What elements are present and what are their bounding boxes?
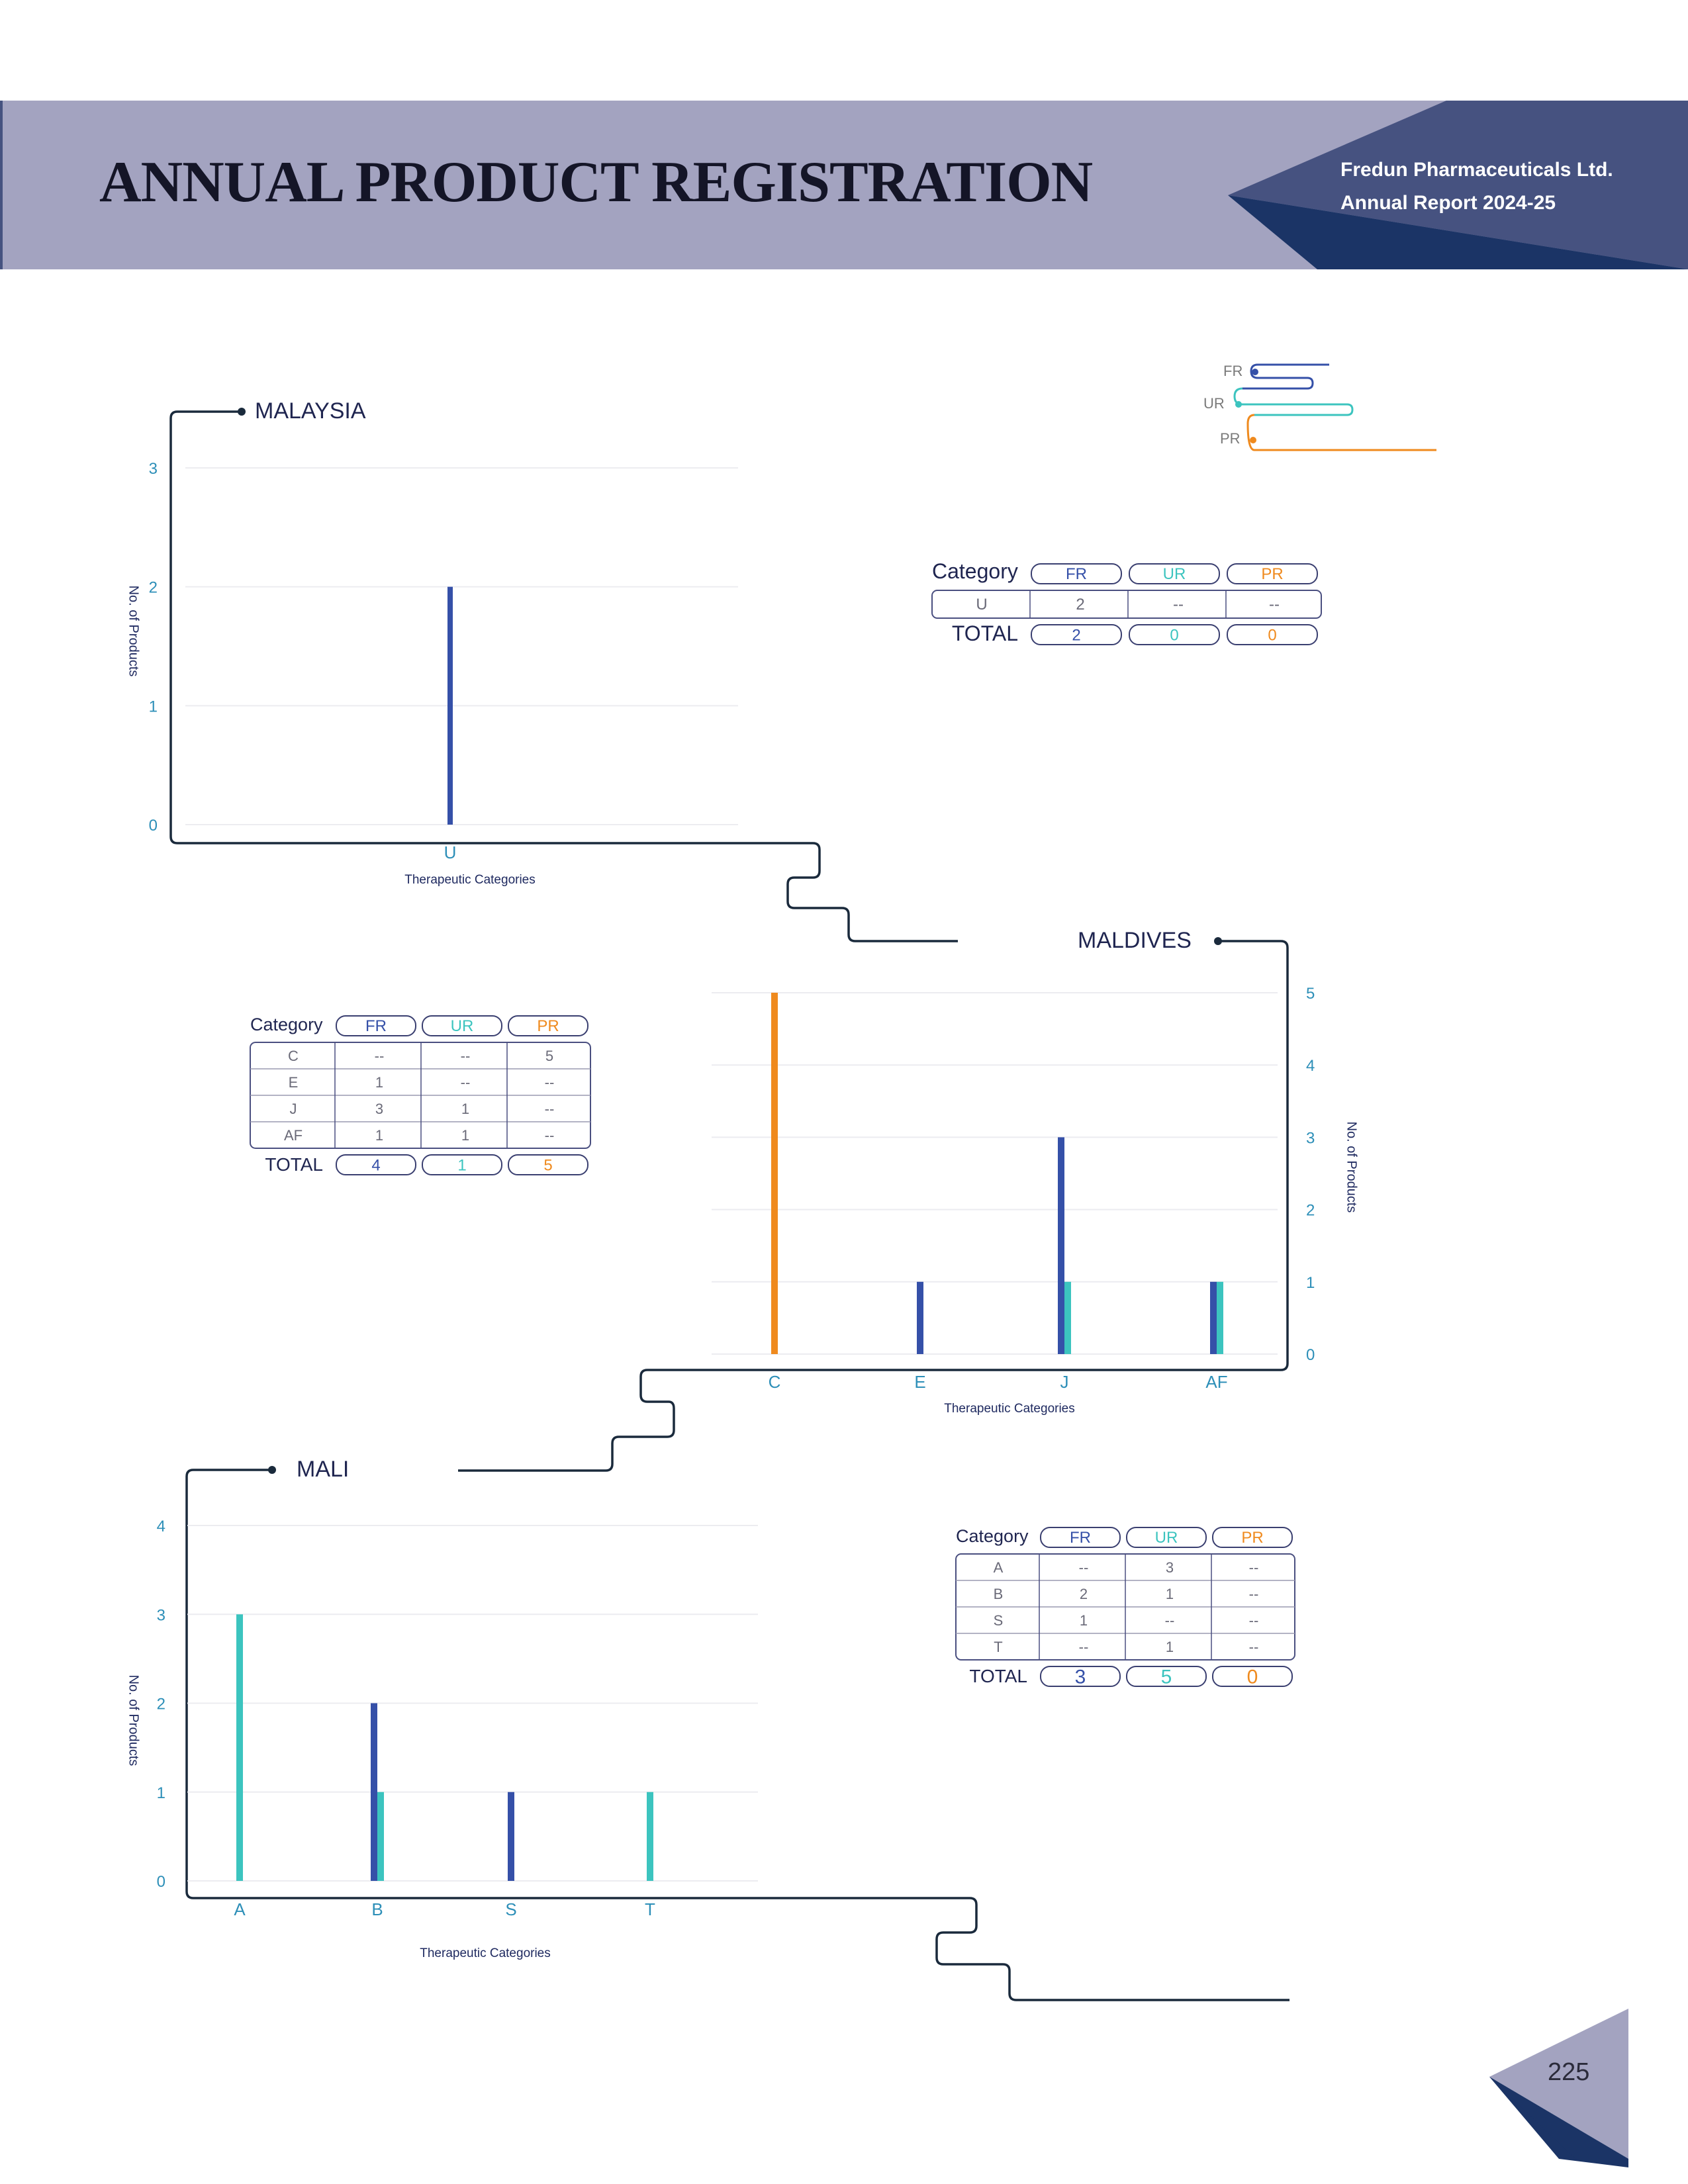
mali-table-cell: -- <box>1249 1586 1259 1602</box>
maldives-table-cell: -- <box>545 1074 555 1091</box>
mali-table-total-pr: 0 <box>1247 1666 1258 1688</box>
maldives-table-cell: 1 <box>375 1127 383 1144</box>
maldives-table-cell: 1 <box>461 1127 469 1144</box>
malaysia-table-cell: -- <box>1173 596 1184 614</box>
maldives-table-cell: 1 <box>375 1074 383 1091</box>
malaysia-table-cell: U <box>976 596 987 614</box>
malaysia-table: Category FR UR PR U 2 -- -- TOTAL 2 0 0 <box>931 559 1322 645</box>
mali-table-cell: -- <box>1079 1639 1089 1655</box>
mali-table-total-ur: 5 <box>1161 1666 1172 1688</box>
mali-table-total-fr: 3 <box>1075 1666 1086 1688</box>
maldives-table-cell: 5 <box>545 1048 553 1064</box>
maldives-table-cell: AF <box>284 1127 303 1144</box>
mali-table-cell: -- <box>1079 1559 1089 1576</box>
maldives-table: Category FR UR PR C -- -- 5 E 1 -- -- J 3 1 -- AF 1 1 -- TOT… <box>250 1015 591 1175</box>
maldives-table-cell: -- <box>375 1048 385 1064</box>
mali-table-cell: -- <box>1249 1559 1259 1576</box>
maldives-table-category-header: Category <box>250 1015 323 1034</box>
maldives-table-total-pr: 5 <box>543 1156 552 1174</box>
malaysia-table-cell: 2 <box>1076 596 1084 614</box>
mali-table-total-label: TOTAL <box>969 1666 1027 1686</box>
malaysia-table-header-pr: PR <box>1261 565 1283 583</box>
malaysia-table-category-header: Category <box>932 559 1018 583</box>
mali-table-cell: 1 <box>1080 1612 1088 1629</box>
mali-table-cell: A <box>994 1559 1004 1576</box>
maldives-table-header-fr: FR <box>365 1017 387 1035</box>
maldives-table-cell: 1 <box>461 1101 469 1117</box>
maldives-table-cell: -- <box>545 1101 555 1117</box>
mali-table-cell: S <box>994 1612 1004 1629</box>
tables-layer: Category FR UR PR U 2 -- -- TOTAL 2 0 0 Category FR UR… <box>250 559 1322 1688</box>
malaysia-table-body <box>931 590 1322 619</box>
mali-table-cell: -- <box>1165 1612 1175 1629</box>
mali-table-cell: B <box>994 1586 1004 1602</box>
maldives-table-cell: 3 <box>375 1101 383 1117</box>
mali-table-header-ur: UR <box>1155 1529 1178 1547</box>
malaysia-table-cell: -- <box>1269 596 1280 614</box>
mali-table-cell: 1 <box>1166 1639 1174 1655</box>
malaysia-table-total-label: TOTAL <box>952 621 1018 645</box>
malaysia-table-total-pr: 0 <box>1268 626 1276 644</box>
mali-table-cell: -- <box>1249 1639 1259 1655</box>
maldives-table-cell: E <box>289 1074 299 1091</box>
mali-table-header-pr: PR <box>1241 1529 1263 1547</box>
maldives-table-cell: -- <box>545 1127 555 1144</box>
maldives-table-cell: J <box>290 1101 297 1117</box>
maldives-table-cell: -- <box>461 1074 471 1091</box>
malaysia-table-header-fr: FR <box>1066 565 1087 583</box>
maldives-table-header-pr: PR <box>537 1017 559 1035</box>
mali-table-cell: T <box>994 1639 1002 1655</box>
maldives-table-cell: -- <box>461 1048 471 1064</box>
mali-table-cell: 1 <box>1166 1586 1174 1602</box>
maldives-table-total-label: TOTAL <box>265 1154 323 1175</box>
maldives-table-total-fr: 4 <box>371 1156 380 1174</box>
mali-table-cell: 2 <box>1080 1586 1088 1602</box>
mali-table-category-header: Category <box>956 1526 1029 1546</box>
maldives-table-header-ur: UR <box>451 1017 474 1035</box>
maldives-table-total-ur: 1 <box>457 1156 466 1174</box>
mali-table: Category FR UR PR A -- 3 -- B 2 1 -- S 1 -- -- T -- 1 -- TOT… <box>955 1526 1295 1688</box>
malaysia-table-total-ur: 0 <box>1170 626 1178 644</box>
maldives-table-cell: C <box>288 1048 299 1064</box>
mali-table-header-fr: FR <box>1070 1529 1091 1547</box>
malaysia-table-total-fr: 2 <box>1072 626 1080 644</box>
mali-table-cell: -- <box>1249 1612 1259 1629</box>
mali-table-cell: 3 <box>1166 1559 1174 1576</box>
malaysia-table-header-ur: UR <box>1163 565 1186 583</box>
